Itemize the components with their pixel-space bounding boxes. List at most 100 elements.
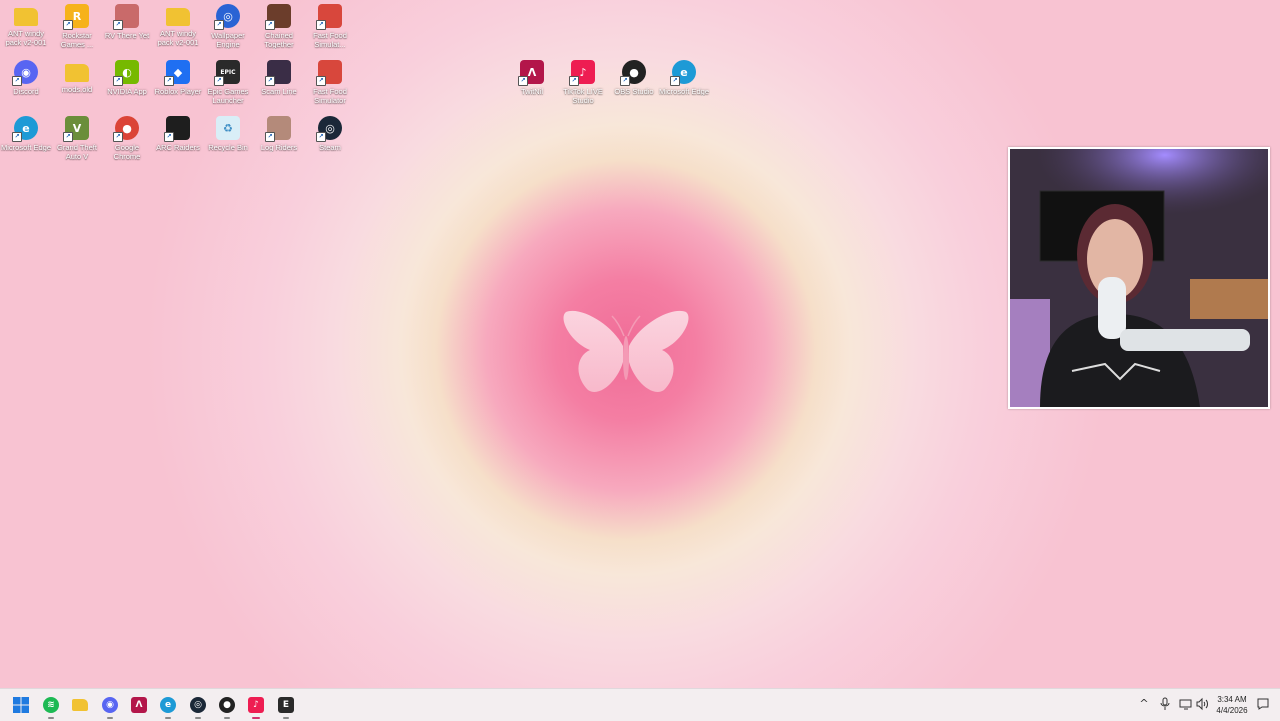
desktop-icon[interactable]: Λ ↗ TwitNil (506, 56, 558, 96)
obs-icon: ● ↗ (620, 60, 646, 86)
display-icon[interactable] (1179, 697, 1193, 711)
desktop-icon-label: TikTok LIVE Studio (563, 87, 603, 105)
wallpaper-engine-icon: ◎ ↗ (214, 4, 240, 30)
desktop-icon-label: Chained Together (264, 31, 294, 49)
desktop-icon-label: Rockstar Games ... (60, 31, 94, 49)
desktop-icon[interactable]: ♪ ↗ TikTok LIVE Studio (557, 56, 609, 105)
desktop-icon-label: ANT windy pack v2-001 (157, 29, 199, 47)
shortcut-arrow-icon: ↗ (316, 76, 326, 86)
system-clock[interactable]: 3:34 AM 4/4/2026 (1212, 694, 1252, 716)
clock-time: 3:34 AM (1217, 695, 1247, 704)
desktop-icon[interactable]: ↗ Fast Food Simulator (304, 56, 356, 105)
rockstar-icon: R ↗ (63, 4, 89, 30)
desktop-icon[interactable]: ◉ ↗ Discord (0, 56, 52, 96)
taskbar-app-file-explorer[interactable] (68, 693, 92, 717)
streaming-icon: Λ (131, 697, 147, 713)
running-indicator (283, 717, 289, 719)
desktop-icon[interactable]: e ↗ Microsoft Edge (658, 56, 710, 96)
chevron-up-icon[interactable]: ^ (1137, 697, 1151, 711)
spotify-icon: ≋ (43, 697, 59, 713)
desktop-icon[interactable]: ↗ Chained Together (253, 0, 305, 49)
recycle-bin-icon: ♻ (216, 116, 240, 140)
discord-icon: ◉ ↗ (12, 60, 38, 86)
desktop-icon-label: Scam Line (261, 87, 297, 96)
shortcut-arrow-icon: ↗ (214, 76, 224, 86)
desktop-icon[interactable]: ● ↗ OBS Studio (608, 56, 660, 96)
desktop-icon[interactable]: ↗ ARC Raiders (152, 112, 204, 152)
taskbar-app-discord[interactable]: ◉ (98, 693, 122, 719)
desktop-icon[interactable]: ANT windy pack v2-001 (152, 0, 204, 47)
desktop-icon[interactable]: V ↗ Grand Theft Auto V (51, 112, 103, 161)
desktop-icon-label: Steam (319, 143, 341, 152)
desktop-icon-label: Recycle Bin (208, 143, 248, 152)
desktop-icon[interactable]: ANT windy pack v2-001 (0, 0, 52, 47)
shortcut-arrow-icon: ↗ (265, 76, 275, 86)
desktop-icon[interactable]: ↗ Fast Food Simulat... (304, 0, 356, 49)
obs-icon: ● (219, 697, 235, 713)
desktop-icon[interactable]: R ↗ Rockstar Games ... (51, 0, 103, 49)
discord-icon: ◉ (102, 697, 118, 713)
running-indicator (107, 717, 113, 719)
shortcut-arrow-icon: ↗ (113, 132, 123, 142)
taskbar-app-start[interactable] (9, 693, 33, 717)
streaming-icon: Λ ↗ (518, 60, 544, 86)
webcam-feed (1010, 149, 1268, 407)
shortcut-arrow-icon: ↗ (316, 20, 326, 30)
desktop-icon[interactable]: ↗ Scam Line (253, 56, 305, 96)
epic-games-icon: EPIC ↗ (214, 60, 240, 86)
running-indicator (195, 717, 201, 719)
desktop-icon[interactable]: EPIC ↗ Epic Games Launcher (202, 56, 254, 105)
desktop-icon[interactable]: ◎ ↗ Wallpaper Engine (202, 0, 254, 49)
edge-icon: e (160, 697, 176, 713)
game-icon: ↗ (164, 116, 190, 142)
shortcut-arrow-icon: ↗ (670, 76, 680, 86)
taskbar-app-epic-games[interactable]: E (274, 693, 298, 719)
shortcut-arrow-icon: ↗ (214, 20, 224, 30)
steam-icon: ◎ ↗ (316, 116, 342, 142)
desktop-icon-label: RV There Yet (104, 31, 150, 40)
desktop-icon[interactable]: ♻ Recycle Bin (202, 112, 254, 152)
taskbar-app-edge[interactable]: e (156, 693, 180, 719)
desktop-icon[interactable]: ◐ ↗ NVIDIA App (101, 56, 153, 96)
taskbar-app-spotify[interactable]: ≋ (39, 693, 63, 719)
desktop-icon-label: Microsoft Edge (0, 143, 52, 152)
running-indicator (165, 717, 171, 719)
taskbar-app-tiktok-live[interactable]: ♪ (244, 693, 268, 719)
desktop-icon-label: Discord (13, 87, 39, 96)
desktop-icon[interactable]: ◆ ↗ Roblox Player (152, 56, 204, 96)
shortcut-arrow-icon: ↗ (265, 20, 275, 30)
desktop-icon-label: ARC Raiders (156, 143, 200, 152)
desktop-icon[interactable]: mods.old (51, 56, 103, 94)
game-icon: ↗ (316, 4, 342, 30)
desktop-icon-label: mods.old (61, 85, 93, 94)
folder-icon (72, 699, 88, 711)
shortcut-arrow-icon: ↗ (164, 76, 174, 86)
desktop-icon[interactable]: e ↗ Microsoft Edge (0, 112, 52, 152)
desktop-icon-label: Fast Food Simulator (313, 87, 347, 105)
desktop-icon-label: Wallpaper Engine (211, 31, 245, 49)
running-indicator (48, 717, 54, 719)
desktop-icon-label: TwitNil (520, 87, 544, 96)
desktop-icon[interactable]: ↗ Log Riders (253, 112, 305, 152)
tiktok-live-icon: ♪ ↗ (569, 60, 595, 86)
windows-start-icon (13, 697, 29, 713)
taskbar-app-twitnil[interactable]: Λ (127, 693, 151, 717)
roblox-icon: ◆ ↗ (164, 60, 190, 86)
volume-icon[interactable] (1195, 697, 1209, 711)
shortcut-arrow-icon: ↗ (63, 20, 73, 30)
notification-icon[interactable] (1256, 697, 1270, 711)
running-indicator (224, 717, 230, 719)
taskbar-app-steam[interactable]: ◎ (186, 693, 210, 719)
desktop-icon[interactable]: ◎ ↗ Steam (304, 112, 356, 152)
desktop-icon-label: Grand Theft Auto V (57, 143, 97, 161)
game-icon: ↗ (265, 60, 291, 86)
desktop-icon[interactable]: ↗ RV There Yet (101, 0, 153, 40)
folder-icon (166, 8, 190, 26)
taskbar: ≋ ◉ Λe ◎ ● ♪ E ^ 3:34 AM 4/4/2026 (0, 688, 1280, 721)
taskbar-app-obs[interactable]: ● (215, 693, 239, 719)
desktop-icon-label: Log Riders (260, 143, 298, 152)
desktop-icon[interactable]: ● ↗ Google Chrome (101, 112, 153, 161)
shortcut-arrow-icon: ↗ (265, 132, 275, 142)
clock-date: 4/4/2026 (1216, 706, 1248, 715)
microphone-icon[interactable] (1158, 697, 1172, 711)
